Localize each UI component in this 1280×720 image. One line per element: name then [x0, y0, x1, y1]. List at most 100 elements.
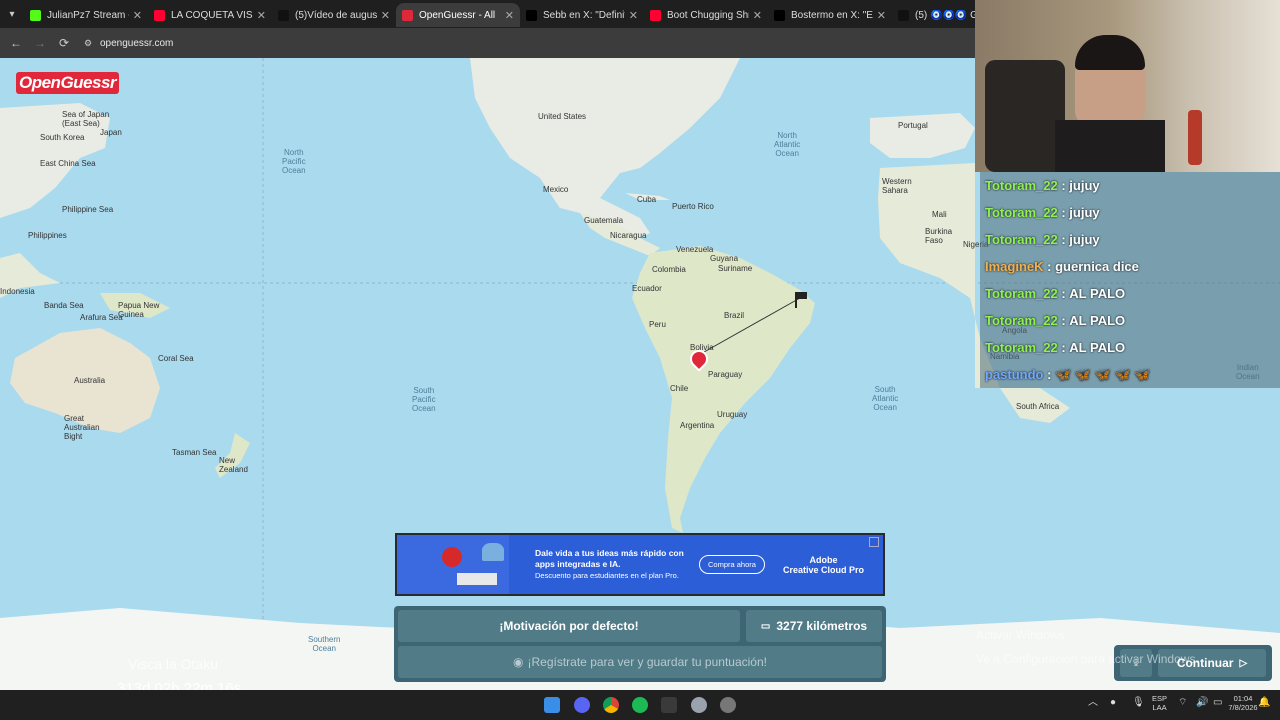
results-panel: ¡Motivación por defecto! ▭ 3277 kilómetr…: [394, 606, 886, 682]
distance-value: 3277 kilómetros: [776, 619, 868, 633]
tab-label: LA COQUETA VISITA: [171, 9, 253, 21]
adobe-ad-banner[interactable]: Dale vida a tus ideas más rápido con app…: [395, 533, 885, 596]
map-ocean-label: South Pacific Ocean: [412, 386, 436, 413]
map-country-label: Peru: [649, 320, 666, 329]
tab-favicon-icon: [898, 9, 909, 21]
chat-username: pastundo: [985, 367, 1044, 382]
map-ocean-label: North Atlantic Ocean: [774, 131, 801, 158]
webcam-bottle: [1188, 110, 1202, 165]
microphone-icon[interactable]: 🎙: [1132, 698, 1145, 708]
motivation-button[interactable]: ¡Motivación por defecto!: [398, 610, 740, 642]
discord-icon[interactable]: [574, 697, 590, 713]
chat-username: Totoram_22: [985, 178, 1058, 193]
settings-icon[interactable]: [720, 697, 736, 713]
stream-watermark: Visca la Otaku: [128, 656, 219, 672]
tab-close-icon[interactable]: ✕: [629, 9, 638, 22]
browser-tab[interactable]: (5)Vídeo de augusto ✕: [272, 3, 396, 27]
volume-icon[interactable]: 🔊: [1196, 698, 1208, 708]
chrome-icon[interactable]: [603, 697, 619, 713]
map-ocean-label: North Pacific Ocean: [282, 148, 306, 175]
chat-separator: :: [1043, 259, 1056, 274]
ad-info-icon[interactable]: [869, 537, 879, 547]
chat-username: Totoram_22: [985, 313, 1058, 328]
chat-separator: :: [1057, 205, 1070, 220]
chat-username: ImagineK: [985, 259, 1044, 274]
clock-time: 01:04: [1233, 694, 1253, 703]
browser-tab[interactable]: OpenGuessr - All ✕: [396, 3, 520, 27]
forward-icon[interactable]: →: [28, 36, 52, 50]
chat-text: AL PALO: [1069, 340, 1126, 355]
map-country-label: Ecuador: [632, 284, 662, 293]
map-country-label: Sea of Japan (East Sea): [62, 110, 110, 128]
map-country-label: Western Sahara: [882, 177, 912, 195]
chat-text: jujuy: [1069, 178, 1100, 193]
ruler-icon: ▭: [760, 620, 771, 632]
tab-search-dropdown-icon[interactable]: ▾: [0, 0, 24, 28]
map-country-label: Cuba: [637, 195, 657, 204]
start-icon[interactable]: [544, 697, 560, 713]
map-country-label: New Zealand: [219, 456, 248, 474]
wifi-icon[interactable]: ⌔: [1178, 698, 1187, 708]
tab-close-icon[interactable]: ✕: [505, 9, 514, 22]
map-country-label: Japan: [100, 128, 122, 137]
register-button[interactable]: ◉ ¡Regístrate para ver y guardar tu punt…: [398, 646, 882, 678]
tab-close-icon[interactable]: ✕: [381, 9, 390, 22]
map-ocean-label: South Atlantic Ocean: [872, 385, 899, 412]
map-country-label: Venezuela: [676, 245, 714, 254]
map-country-label: Uruguay: [717, 410, 748, 419]
spotify-icon[interactable]: [632, 697, 648, 713]
chat-message: Totoram_22 : AL PALO: [980, 307, 1280, 334]
tab-favicon-icon: [278, 9, 289, 21]
map-country-label: Burkina Faso: [925, 227, 953, 245]
tab-label: (5)Vídeo de augusto: [295, 9, 377, 21]
tab-close-icon[interactable]: ✕: [753, 9, 762, 22]
ad-headline: Dale vida a tus ideas más rápido con app…: [535, 548, 684, 569]
map-country-label: Papua New Guinea: [118, 301, 160, 319]
map-country-label: Argentina: [680, 421, 715, 430]
reload-icon[interactable]: ⟳: [52, 36, 76, 50]
ccleaner-icon[interactable]: [691, 697, 707, 713]
tab-favicon-icon: [30, 9, 41, 21]
tab-close-icon[interactable]: ✕: [133, 9, 142, 22]
tab-close-icon[interactable]: ✕: [877, 9, 886, 22]
ad-text: Dale vida a tus ideas más rápido con app…: [535, 548, 695, 581]
back-icon[interactable]: ←: [4, 36, 28, 50]
tab-favicon-icon: [526, 9, 537, 21]
chat-message: pastundo : 🦋 🦋 🦋 🦋 🦋: [980, 361, 1280, 388]
map-ocean-label: Southern Ocean: [308, 635, 341, 653]
browser-tab[interactable]: Bostermo en X: "Esta ✕: [768, 3, 892, 27]
browser-tab[interactable]: LA COQUETA VISITA ✕: [148, 3, 272, 27]
site-info-icon[interactable]: ⚙: [76, 38, 100, 49]
map-country-label: Philippines: [28, 231, 67, 240]
ad-product-name: Creative Cloud Pro: [782, 564, 864, 575]
map-country-label: East China Sea: [40, 159, 96, 168]
map-country-label: Suriname: [718, 264, 753, 273]
openguessr-logo[interactable]: OpenGuessr: [16, 72, 120, 94]
play-icon: ▷: [1239, 657, 1248, 669]
chat-separator: :: [1057, 178, 1070, 193]
battery-icon[interactable]: ▭: [1213, 698, 1222, 708]
tab-close-icon[interactable]: ✕: [257, 9, 266, 22]
url-field[interactable]: openguessr.com: [100, 38, 173, 49]
map-country-label: Brazil: [724, 311, 745, 320]
chat-username: Totoram_22: [985, 232, 1058, 247]
register-label: ¡Regístrate para ver y guardar tu puntua…: [527, 655, 767, 669]
chat-separator: :: [1057, 313, 1070, 328]
chat-message: Totoram_22 : jujuy: [980, 199, 1280, 226]
map-country-label: South Africa: [1016, 402, 1060, 411]
clock[interactable]: 01:04 7/8/2026: [1226, 694, 1260, 712]
webcam-chair: [985, 60, 1065, 172]
tab-favicon-icon: [154, 9, 165, 21]
windows-activation-title: Activar Windows: [976, 628, 1065, 642]
browser-tab[interactable]: JulianPz7 Stream - Ki ✕: [24, 3, 148, 27]
ad-cta-button[interactable]: Compra ahora: [699, 555, 765, 574]
tray-chevron-icon[interactable]: ︿: [1088, 698, 1098, 708]
tray-app-icon[interactable]: ●: [1110, 698, 1116, 708]
browser-tab[interactable]: Sebb en X: "Definitiva ✕: [520, 3, 644, 27]
chat-separator: :: [1057, 232, 1070, 247]
browser-tab[interactable]: Boot Chugging Shrek ✕: [644, 3, 768, 27]
notification-icon[interactable]: 🔔: [1258, 698, 1270, 708]
obs-icon[interactable]: [661, 697, 677, 713]
language-indicator[interactable]: ESP LAA: [1152, 694, 1167, 712]
tab-label: Bostermo en X: "Esta: [791, 9, 873, 21]
